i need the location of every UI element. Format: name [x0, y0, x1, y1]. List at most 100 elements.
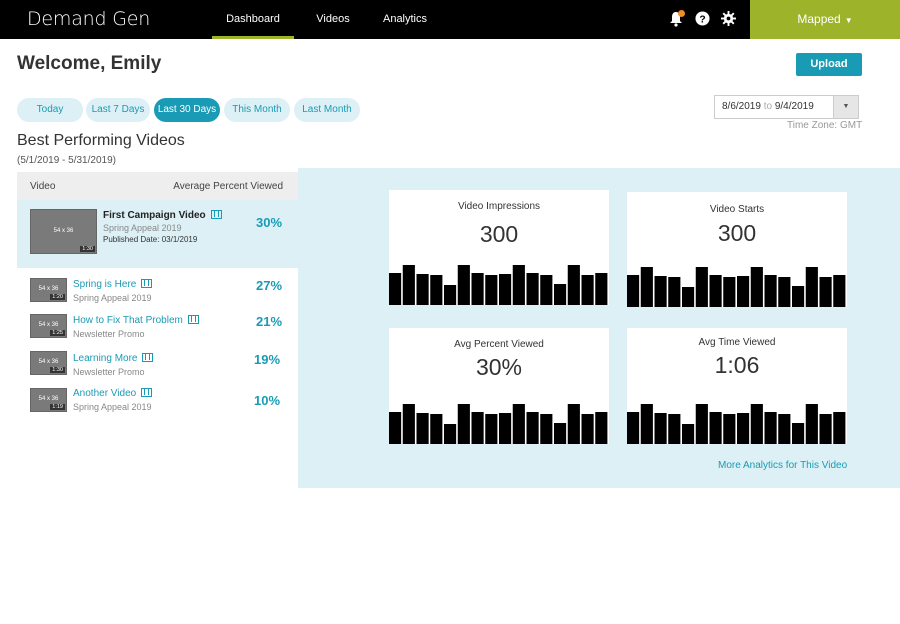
stat-value: 1:06 [714, 352, 760, 378]
video-thumbnail[interactable]: 54 x 36 1:19 [30, 388, 67, 412]
bar [833, 412, 846, 444]
bar [640, 267, 653, 307]
nav-tab-dashboard[interactable]: Dashboard [212, 0, 294, 39]
filter-last-7-days[interactable]: Last 7 Days [86, 98, 150, 122]
video-thumbnail[interactable]: 54 x 36 1:25 [30, 314, 67, 338]
top-nav-bar: Demand Gen Dashboard Videos Analytics ? … [0, 0, 900, 39]
column-header-average-percent: Average Percent Viewed [173, 181, 283, 192]
stat-label: Avg Time Viewed [698, 337, 776, 348]
filter-last-month[interactable]: Last Month [294, 98, 360, 122]
filter-this-month[interactable]: This Month [224, 98, 290, 122]
bar [778, 414, 791, 444]
video-title-link[interactable]: How to Fix That Problem [73, 315, 199, 326]
mini-bar-chart [389, 404, 608, 444]
account-menu[interactable]: Mapped ▼ [750, 0, 900, 39]
date-to: 9/4/2019 [774, 101, 814, 112]
video-percent: 30% [256, 215, 283, 230]
bar [764, 412, 777, 444]
film-icon [187, 315, 199, 324]
video-percent: 27% [256, 278, 283, 293]
bar [471, 412, 484, 444]
bar [444, 424, 457, 444]
video-title[interactable]: First Campaign Video [103, 210, 222, 221]
filter-today[interactable]: Today [17, 98, 83, 122]
bar [737, 413, 750, 444]
bar [792, 423, 805, 444]
svg-text:?: ? [699, 14, 705, 25]
bar [668, 414, 681, 444]
chevron-down-icon[interactable]: ▼ [833, 96, 858, 118]
bar [833, 275, 846, 307]
date-separator: to [763, 101, 773, 112]
video-campaign: Newsletter Promo [73, 329, 145, 339]
bar [723, 277, 736, 307]
mini-bar-chart [389, 265, 608, 305]
video-title-link[interactable]: Learning More [73, 353, 154, 364]
video-list-header: Video Average Percent Viewed [17, 172, 298, 200]
bar [457, 404, 470, 444]
upload-button[interactable]: Upload [796, 53, 862, 76]
bar [512, 404, 525, 444]
bar [595, 412, 608, 444]
bar [682, 424, 695, 444]
bar [581, 275, 594, 305]
filter-last-30-days[interactable]: Last 30 Days [154, 98, 220, 122]
bar [640, 404, 653, 444]
date-range-picker[interactable]: 8/6/2019 to 9/4/2019 ▼ [714, 95, 859, 119]
gear-icon[interactable] [721, 11, 737, 27]
video-campaign: Newsletter Promo [73, 367, 145, 377]
notification-dot [678, 10, 685, 17]
bar [709, 412, 722, 444]
stat-card-avg-time: Avg Time Viewed 1:06 [627, 328, 847, 444]
bar [554, 284, 567, 305]
stat-value: 30% [475, 354, 523, 380]
video-title-link[interactable]: Spring is Here [73, 279, 153, 290]
video-thumbnail[interactable]: 54 x 36 1:20 [30, 278, 67, 302]
bar [805, 404, 818, 444]
bar [819, 277, 832, 307]
bar [444, 285, 457, 305]
bar [485, 275, 498, 305]
bar [595, 273, 608, 305]
bar [709, 275, 722, 307]
help-icon[interactable]: ? [695, 11, 711, 27]
bar [627, 412, 640, 444]
bar [750, 267, 763, 307]
bar [778, 277, 791, 307]
bell-icon[interactable] [669, 10, 685, 27]
video-thumbnail[interactable]: 54 x 36 1:30 [30, 209, 97, 254]
account-label: Mapped [797, 12, 841, 26]
bar [457, 265, 470, 305]
brand-logo[interactable]: Demand Gen [27, 8, 150, 30]
column-header-video: Video [30, 181, 56, 192]
stat-value: 300 [717, 220, 757, 246]
stat-label: Video Impressions [457, 201, 541, 212]
video-campaign: Spring Appeal 2019 [103, 223, 182, 233]
nav-tab-videos[interactable]: Videos [309, 0, 357, 39]
nav-tab-analytics[interactable]: Analytics [376, 0, 434, 39]
bar [792, 286, 805, 307]
bar [554, 423, 567, 444]
stat-card-impressions: Video Impressions 300 [389, 190, 609, 305]
more-analytics-link[interactable]: More Analytics for This Video [718, 460, 847, 471]
bar [737, 276, 750, 307]
bar [750, 404, 763, 444]
stat-value: 300 [479, 221, 519, 247]
bar [654, 276, 667, 307]
video-title-link[interactable]: Another Video [73, 388, 153, 399]
mini-bar-chart [627, 267, 846, 307]
chevron-down-icon: ▼ [844, 16, 853, 25]
section-title: Best Performing Videos [17, 132, 185, 149]
bar [627, 275, 640, 307]
bar [416, 274, 429, 305]
film-icon [141, 388, 153, 397]
video-percent: 10% [254, 393, 281, 408]
bar [819, 414, 832, 444]
bar [402, 265, 415, 305]
bar [402, 404, 415, 444]
bar [682, 287, 695, 307]
video-thumbnail[interactable]: 54 x 36 1:30 [30, 351, 67, 375]
bar [805, 267, 818, 307]
bar [654, 413, 667, 444]
bar [723, 414, 736, 444]
